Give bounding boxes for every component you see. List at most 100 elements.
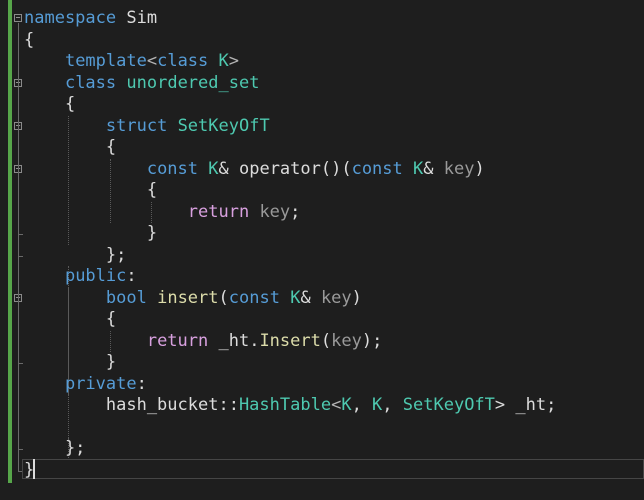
code-line[interactable]: {	[24, 30, 34, 51]
code-line[interactable]: namespace Sim	[24, 8, 157, 29]
code-line[interactable]: const K& operator()(const K& key)	[24, 159, 485, 180]
fold-region-line	[18, 173, 19, 234]
code-token: {	[24, 137, 117, 157]
code-token: SetKeyOfT	[402, 395, 495, 415]
code-token: :	[126, 266, 137, 286]
code-line[interactable]: return _ht.Insert(key);	[24, 331, 382, 352]
code-line[interactable]: public:	[24, 266, 137, 287]
code-token: class	[157, 51, 209, 71]
code-token: &	[300, 287, 321, 308]
code-line[interactable]: {	[24, 94, 75, 115]
code-token: )	[351, 287, 362, 308]
text-cursor	[33, 459, 35, 479]
code-token: SetKeyOfT	[177, 115, 270, 136]
code-token: K	[413, 158, 424, 179]
code-token: key	[331, 330, 362, 351]
code-token: <	[146, 51, 158, 71]
code-token: Insert	[259, 330, 321, 351]
code-token: key	[320, 287, 352, 308]
code-token: Sim	[116, 8, 158, 28]
code-token: return	[187, 201, 250, 222]
code-token: key	[443, 158, 475, 179]
code-line[interactable]: };	[24, 245, 126, 266]
code-token: template	[64, 51, 147, 71]
code-token: {	[24, 180, 158, 200]
code-token: >	[228, 51, 240, 71]
collapse-icon[interactable]: −	[14, 14, 22, 22]
code-line[interactable]: }	[24, 223, 157, 244]
code-token: namespace	[24, 8, 117, 28]
code-token: private	[64, 373, 137, 394]
code-token: & operator()(	[218, 158, 352, 179]
code-line[interactable]: }	[24, 352, 116, 373]
code-line[interactable]: private:	[24, 374, 147, 395]
code-token: _ht.	[208, 330, 260, 351]
code-token: const	[351, 158, 403, 179]
code-token: HashTable	[238, 395, 332, 415]
code-token: K	[290, 287, 301, 308]
fold-region-end	[18, 255, 23, 257]
code-token: ,	[351, 395, 373, 415]
fold-region-end	[18, 449, 23, 450]
code-line[interactable]: {	[24, 137, 116, 158]
code-token: K	[372, 395, 383, 415]
code-token: K	[341, 395, 352, 415]
code-line[interactable]: };	[24, 438, 85, 459]
code-token: {	[24, 309, 117, 329]
code-token: K	[208, 158, 219, 179]
code-line[interactable]: {	[24, 309, 116, 330]
code-token: );	[361, 330, 383, 351]
code-token: (	[218, 287, 229, 308]
code-token: :	[136, 373, 147, 394]
code-line[interactable]: class unordered_set	[24, 72, 260, 94]
fold-region-end	[18, 363, 23, 364]
code-line[interactable]: template<class K>	[24, 51, 239, 72]
code-token: class	[64, 72, 117, 93]
code-token: public	[64, 266, 127, 286]
code-token: const	[146, 158, 199, 179]
code-editor[interactable]: −−−−− namespace Sim{ template<class K> c…	[0, 0, 644, 500]
code-token: ,	[382, 395, 403, 415]
code-token: };	[24, 244, 127, 265]
current-line-highlight	[22, 459, 644, 479]
code-line[interactable]: struct SetKeyOfT	[24, 116, 270, 137]
code-token: insert	[157, 287, 219, 308]
code-token: const	[228, 287, 280, 308]
outlining-margin: −−−−−	[12, 0, 23, 483]
code-token: };	[24, 438, 86, 458]
code-line[interactable]: hash_bucket::HashTable<K, K, SetKeyOfT> …	[24, 395, 556, 416]
code-line[interactable]: return key;	[24, 201, 301, 223]
code-token: ;	[290, 201, 301, 222]
fold-region-line	[18, 302, 19, 363]
code-token: key	[259, 201, 291, 222]
code-token: struct	[105, 115, 168, 136]
code-token: {	[24, 94, 76, 114]
code-token: }	[24, 352, 117, 372]
code-token: &	[423, 158, 444, 179]
code-line[interactable]: {	[24, 180, 157, 201]
code-token: unordered_set	[126, 72, 260, 93]
code-line[interactable]: bool insert(const K& key)	[24, 288, 362, 309]
code-token: <	[331, 395, 342, 415]
code-token: K	[218, 51, 229, 71]
code-token: hash_bucket::	[24, 395, 239, 415]
code-token: bool	[105, 287, 147, 308]
code-token: {	[24, 29, 35, 50]
code-token: (	[320, 330, 332, 351]
code-token: )	[474, 158, 485, 179]
